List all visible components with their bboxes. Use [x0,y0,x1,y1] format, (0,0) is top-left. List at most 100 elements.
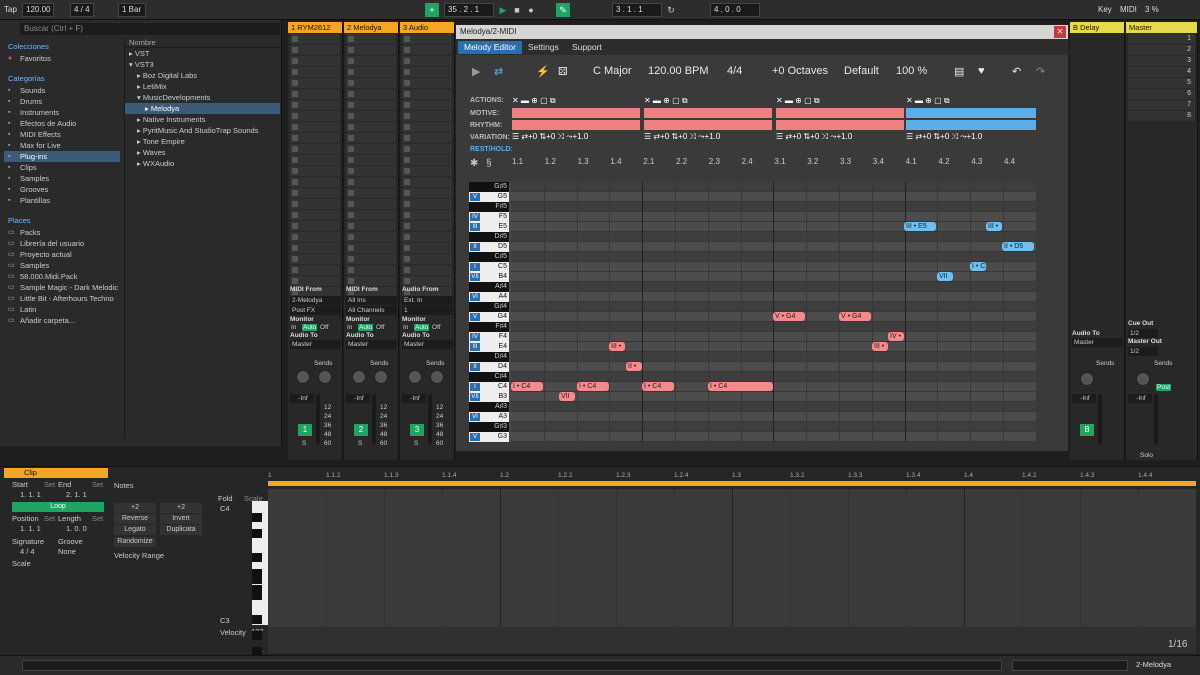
piano-key[interactable]: A♯4 [469,282,509,292]
piano-key[interactable]: G5 V [469,192,509,202]
scene-launch[interactable]: 5 [1128,78,1195,88]
melody-note[interactable]: I • C4 [577,382,609,391]
clip-slot[interactable] [346,254,396,264]
end-set-button[interactable]: Set [92,480,103,489]
clip-slot[interactable] [290,78,340,88]
black-key[interactable] [252,631,262,640]
piano-key[interactable]: C♯4 [469,372,509,382]
monitor-in-button[interactable]: In [403,324,408,331]
black-key[interactable] [252,591,262,600]
rhythm-band[interactable] [512,120,640,130]
piano-key[interactable]: F♯4 [469,322,509,332]
tree-item[interactable]: ▸ Native Instruments [125,114,280,125]
clip-slot[interactable] [402,254,452,264]
input-source-select[interactable]: All Ins [346,296,397,305]
randomize-button[interactable]: Randomize [114,537,156,547]
gear-icon[interactable]: ✱ [470,158,478,169]
clip-piano-keys[interactable] [252,501,268,656]
melody-note[interactable]: II • D5 [1002,242,1034,251]
clip-slot[interactable] [346,122,396,132]
melody-note[interactable]: I • C4 [511,382,543,391]
clip-slot[interactable] [290,67,340,77]
send-knob[interactable] [1136,372,1150,386]
place-item[interactable]: ▭ Añadir carpeta... [4,315,120,326]
tree-item[interactable]: ▸ VST [125,48,280,59]
name-column-header[interactable]: Nombre [125,38,280,48]
category-item[interactable]: ▪ Plantillas [4,195,120,206]
invert-button[interactable]: Invert [160,514,202,524]
output-select[interactable]: Master [402,340,453,349]
solo-button[interactable]: S [414,440,418,447]
melody-note[interactable]: III • [609,342,625,351]
piano-key[interactable]: G3 V [469,432,509,442]
clip-slot[interactable] [402,67,452,77]
piano-key[interactable]: F4 IV [469,332,509,342]
selected-track-name[interactable]: 2-Melodya [1136,660,1171,669]
place-item[interactable]: ▭ Librería del usuario [4,238,120,249]
monitor-auto-button[interactable]: Auto [358,324,374,331]
send-knob[interactable] [1080,372,1094,386]
length-value[interactable]: 1. 0. 0 [66,524,87,533]
clip-slot[interactable] [346,133,396,143]
clip-note-grid[interactable] [268,489,1196,627]
arrangement-record-icon[interactable]: + [425,3,439,17]
dice-icon[interactable]: ⚄ [558,65,568,78]
position-set-button[interactable]: Set [44,514,55,523]
melody-note[interactable]: VII [559,392,575,401]
category-item[interactable]: ▪ Efectos de Audio [4,118,120,129]
piano-key[interactable]: A4 VI [469,292,509,302]
category-item[interactable]: ▪ Clips [4,162,120,173]
clip-slot[interactable] [290,199,340,209]
piano-key[interactable]: D5 II [469,242,509,252]
motive-band[interactable] [776,108,904,118]
black-key[interactable] [252,615,262,624]
scene-launch[interactable]: 1 [1128,34,1195,44]
key-selector[interactable]: C Major [593,65,632,77]
clip-slot[interactable] [402,89,452,99]
place-item[interactable]: ▭ Latin [4,304,120,315]
scene-launch[interactable]: 2 [1128,45,1195,55]
clip-slot[interactable] [346,166,396,176]
input-source-select[interactable]: Ext. In [402,296,453,305]
duplicate-button[interactable]: Duplicata [160,525,202,535]
black-key[interactable] [252,575,262,584]
clip-slot[interactable] [346,100,396,110]
melody-note[interactable]: III • E5 [904,222,936,231]
reverse-button[interactable]: Reverse [114,514,156,524]
black-key[interactable] [252,553,262,562]
clip-slot[interactable] [346,89,396,99]
clip-slot[interactable] [402,133,452,143]
tree-item[interactable]: ▸ LetiMix [125,81,280,92]
category-item[interactable]: ▪ Drums [4,96,120,107]
clip-slot[interactable] [346,199,396,209]
variation-row[interactable]: ☰ ⇄+0 ⇅+0 ⤨ ⤳+1.0 [512,132,640,142]
tree-item[interactable]: ▾ VST3 [125,59,280,70]
monitor-off-button[interactable]: Off [320,324,329,331]
scene-launch[interactable]: 6 [1128,89,1195,99]
clip-slot[interactable] [346,34,396,44]
clip-slot[interactable] [402,34,452,44]
melody-note[interactable]: III • [986,222,1002,231]
clip-slot[interactable] [290,45,340,55]
melody-note[interactable]: I • C4 [708,382,773,391]
monitor-in-button[interactable]: In [291,324,296,331]
stretch-button[interactable]: +2 [160,503,202,513]
clip-slot[interactable] [402,210,452,220]
velocity-lane[interactable] [268,627,1196,653]
signature-display[interactable]: 4/4 [727,65,742,77]
clip-slot[interactable] [402,144,452,154]
volume-field[interactable]: -Inf [290,394,314,403]
input-channel-select[interactable]: 1 [402,306,453,315]
solo-button[interactable]: Solo [1140,452,1153,459]
clip-slot[interactable] [346,78,396,88]
signature-value[interactable]: 4 / 4 [20,547,35,556]
send-a-knob[interactable] [352,370,366,384]
clip-slot[interactable] [346,243,396,253]
melody-note[interactable]: I • C [970,262,986,271]
clip-slot[interactable] [290,276,340,286]
category-item[interactable]: ▪ Max for Live [4,140,120,151]
clip-slot[interactable] [290,111,340,121]
clip-slot[interactable] [402,221,452,231]
clip-slot[interactable] [290,232,340,242]
preset-selector[interactable]: Default [844,65,879,77]
